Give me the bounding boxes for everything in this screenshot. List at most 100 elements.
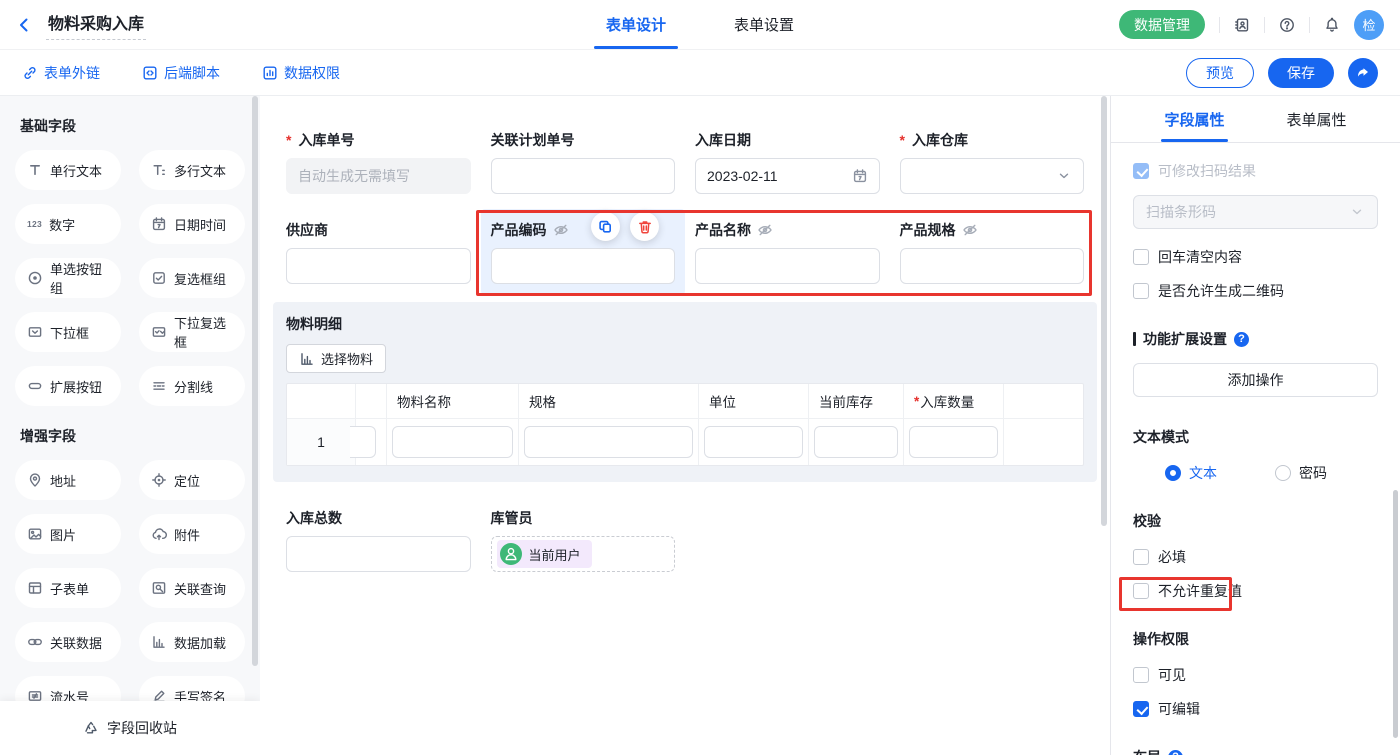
current-user-label: 当前用户: [529, 545, 581, 564]
product-spec-input[interactable]: [900, 248, 1085, 284]
help-icon[interactable]: [1279, 17, 1295, 33]
field-pill-子表单[interactable]: 子表单: [15, 568, 121, 608]
option-allow-qrcode[interactable]: 是否允许生成二维码: [1133, 281, 1378, 301]
field-product-name[interactable]: 产品名称: [695, 220, 880, 284]
field-pill-分割线[interactable]: 分割线: [139, 366, 245, 406]
field-pill-label: 下拉框: [50, 323, 89, 342]
inbound-date-input[interactable]: 2023-02-11: [695, 158, 880, 194]
checkbox-required[interactable]: [1133, 549, 1149, 565]
delete-field-button[interactable]: [630, 212, 659, 241]
copy-field-button[interactable]: [591, 212, 620, 241]
product-name-input[interactable]: [695, 248, 880, 284]
preview-button[interactable]: 预览: [1186, 58, 1254, 88]
keeper-member-picker[interactable]: 当前用户: [491, 536, 676, 572]
inbound-no-input[interactable]: 自动生成无需填写: [286, 158, 471, 194]
canvas-scrollbar[interactable]: [1101, 96, 1107, 526]
checkbox-editable[interactable]: [1133, 701, 1149, 717]
option-visible[interactable]: 可见: [1133, 665, 1378, 685]
notification-bell-icon[interactable]: [1324, 17, 1340, 33]
checkbox-allow-qrcode[interactable]: [1133, 283, 1149, 299]
data-permission-action[interactable]: 数据权限: [262, 63, 340, 83]
field-inbound-total[interactable]: 入库总数: [286, 508, 471, 572]
select-material-button[interactable]: 选择物料: [286, 344, 386, 373]
checkbox-enter-clear[interactable]: [1133, 249, 1149, 265]
checkbox-scan-result[interactable]: [1133, 163, 1149, 179]
add-action-button[interactable]: 添加操作: [1133, 363, 1378, 397]
inbound-total-input[interactable]: [286, 536, 471, 572]
external-link-action[interactable]: 表单外链: [22, 63, 100, 83]
field-pill-数据加载[interactable]: 数据加载: [139, 622, 245, 662]
radio-text-mode[interactable]: 文本: [1165, 463, 1217, 483]
tab-field-properties[interactable]: 字段属性: [1164, 96, 1224, 142]
subform-cell-input[interactable]: [814, 426, 898, 458]
warehouse-select[interactable]: [900, 158, 1085, 194]
field-pill-附件[interactable]: 附件: [139, 514, 245, 554]
clipped-cell-input[interactable]: [350, 426, 376, 458]
radio-icon: [27, 270, 43, 286]
checkbox-visible[interactable]: [1133, 667, 1149, 683]
field-pill-定位[interactable]: 定位: [139, 460, 245, 500]
field-inbound-no[interactable]: *入库单号 自动生成无需填写: [286, 130, 471, 194]
subform-cell: 1: [287, 419, 355, 465]
field-pill-关联查询[interactable]: 关联查询: [139, 568, 245, 608]
field-pill-单行文本[interactable]: 单行文本: [15, 150, 121, 190]
recycle-icon: [83, 720, 99, 736]
panel-scrollbar[interactable]: [1393, 490, 1398, 738]
option-editable-scan-result[interactable]: 可修改扫码结果: [1133, 161, 1378, 181]
address-book-icon[interactable]: [1234, 17, 1250, 33]
share-button[interactable]: [1348, 58, 1378, 88]
help-icon[interactable]: ?: [1168, 750, 1183, 755]
form-title[interactable]: 物料采购入库: [46, 10, 146, 40]
field-pill-下拉框[interactable]: 下拉框: [15, 312, 121, 352]
subform-column-header: 物料名称: [387, 384, 518, 419]
checkbox-label: 必填: [1158, 547, 1186, 567]
scan-type-select[interactable]: 扫描条形码: [1133, 195, 1378, 229]
sidebar-scrollbar[interactable]: [252, 96, 258, 666]
current-user-tag[interactable]: 当前用户: [497, 540, 592, 568]
field-product-code-selected[interactable]: 产品编码: [481, 209, 686, 295]
field-supplier[interactable]: 供应商: [286, 220, 471, 284]
plan-no-input[interactable]: [491, 158, 676, 194]
field-product-spec[interactable]: 产品规格: [900, 220, 1085, 284]
radio-password[interactable]: [1275, 465, 1291, 481]
radio-text[interactable]: [1165, 465, 1181, 481]
tab-form-design[interactable]: 表单设计: [606, 0, 666, 49]
back-icon[interactable]: [16, 17, 32, 33]
subform-cell-input[interactable]: [704, 426, 803, 458]
field-plan-no[interactable]: 关联计划单号: [491, 130, 676, 194]
option-enter-clear[interactable]: 回车清空内容: [1133, 247, 1378, 267]
field-pill-图片[interactable]: 图片: [15, 514, 121, 554]
field-pill-地址[interactable]: 地址: [15, 460, 121, 500]
field-pill-日期时间[interactable]: 日期时间: [139, 204, 245, 244]
field-pill-复选框组[interactable]: 复选框组: [139, 258, 245, 298]
subform-cell-input[interactable]: [909, 426, 998, 458]
data-manage-button[interactable]: 数据管理: [1119, 10, 1205, 39]
subform-cell-input[interactable]: [392, 426, 513, 458]
tab-form-properties[interactable]: 表单属性: [1287, 96, 1347, 142]
option-required[interactable]: 必填: [1133, 547, 1378, 567]
field-pill-单选按钮组[interactable]: 单选按钮组: [15, 258, 121, 298]
field-pill-label: 子表单: [50, 579, 89, 598]
help-icon[interactable]: ?: [1234, 332, 1249, 347]
radio-password-mode[interactable]: 密码: [1275, 463, 1327, 483]
field-pill-下拉复选框[interactable]: 下拉复选框: [139, 312, 245, 352]
field-warehouse[interactable]: *入库仓库: [900, 130, 1085, 194]
option-editable[interactable]: 可编辑: [1133, 699, 1378, 719]
tab-form-settings[interactable]: 表单设置: [734, 0, 794, 49]
option-no-duplicate[interactable]: 不允许重复值: [1133, 581, 1378, 601]
subform-cell-input[interactable]: [524, 426, 693, 458]
field-pill-多行文本[interactable]: 多行文本: [139, 150, 245, 190]
field-warehouse-keeper[interactable]: 库管员 当前用户: [491, 508, 676, 572]
save-button[interactable]: 保存: [1268, 58, 1334, 88]
supplier-input[interactable]: [286, 248, 471, 284]
field-inbound-date[interactable]: 入库日期 2023-02-11: [695, 130, 880, 194]
checkbox-no-duplicate[interactable]: [1133, 583, 1149, 599]
user-avatar[interactable]: 检: [1354, 10, 1384, 40]
material-detail-subform[interactable]: 物料明细 选择物料 1物料名称规格单位当前库存*入库数量: [273, 302, 1097, 482]
field-pill-数字[interactable]: 123数字: [15, 204, 121, 244]
field-pill-关联数据[interactable]: 关联数据: [15, 622, 121, 662]
backend-script-action[interactable]: 后端脚本: [142, 63, 220, 83]
field-recycle-bin[interactable]: 字段回收站: [0, 701, 260, 755]
product-code-input[interactable]: [491, 248, 676, 284]
field-pill-扩展按钮[interactable]: 扩展按钮: [15, 366, 121, 406]
